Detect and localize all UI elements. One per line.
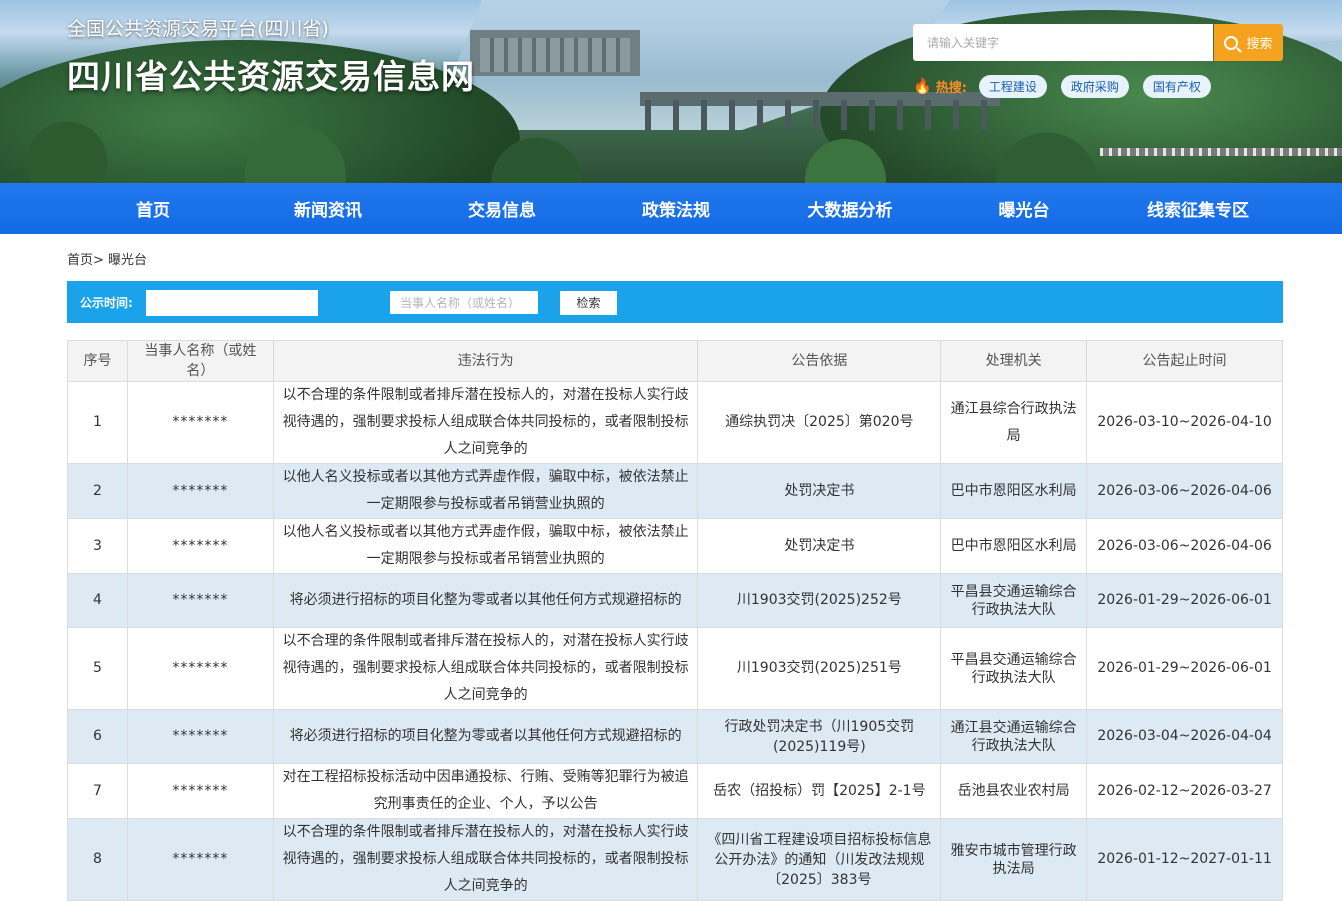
breadcrumb-home[interactable]: 首页> (67, 253, 104, 268)
nav-clues[interactable]: 线索征集专区 (1111, 196, 1285, 221)
table-row[interactable]: 1 ******* 以不合理的条件限制或者排斥潜在投标人的，对潜在投标人实行歧视… (67, 381, 1283, 464)
table-row[interactable]: 7 ******* 对在工程招标投标活动中因串通投标、行贿、受贿等犯罪行为被追究… (67, 763, 1283, 819)
cell-violation: 将必须进行招标的项目化整为零或者以其他任何方式规避招标的 (272, 573, 699, 628)
cell-index: 7 (67, 763, 128, 819)
hot-search-label: 热搜: (935, 80, 967, 96)
cell-period: 2026-03-06~2026-04-06 (1086, 463, 1283, 519)
cell-party: ******* (126, 627, 274, 710)
header-party: 当事人名称（或姓名） (126, 340, 274, 382)
cell-period: 2026-03-04~2026-04-04 (1086, 709, 1283, 764)
cell-index: 4 (67, 573, 128, 628)
cell-authority: 平昌县交通运输综合行政执法大队 (940, 627, 1088, 710)
cell-basis: 川1903交罚(2025)251号 (697, 627, 942, 710)
cell-violation: 以他人名义投标或者以其他方式弄虚作假，骗取中标，被依法禁止一定期限参与投标或者吊… (272, 463, 699, 519)
cell-violation: 以不合理的条件限制或者排斥潜在投标人的，对潜在投标人实行歧视待遇的，强制要求投标… (272, 627, 699, 710)
nav-policy[interactable]: 政策法规 (589, 196, 763, 221)
cell-index: 5 (67, 627, 128, 710)
cell-party: ******* (126, 573, 274, 628)
cell-index: 1 (67, 381, 128, 464)
cell-basis: 行政处罚决定书（川1905交罚(2025)119号) (697, 709, 942, 764)
cell-authority: 通江县交通运输综合行政执法大队 (940, 709, 1088, 764)
cell-party: ******* (126, 818, 274, 901)
nav-home[interactable]: 首页 (67, 196, 241, 221)
breadcrumb: 首页> 曝光台 (67, 249, 147, 268)
hot-tag-engineering[interactable]: 工程建设 (978, 74, 1047, 98)
cell-authority: 巴中市恩阳区水利局 (940, 463, 1088, 519)
search-button[interactable]: 搜索 (1214, 24, 1283, 61)
header-period: 公告起止时间 (1086, 340, 1283, 382)
cell-violation: 对在工程招标投标活动中因串通投标、行贿、受贿等犯罪行为被追究刑事责任的企业、个人… (272, 763, 699, 819)
search-input[interactable] (913, 24, 1213, 61)
breadcrumb-current: 曝光台 (108, 253, 148, 268)
nav-exposure[interactable]: 曝光台 (937, 196, 1111, 221)
exposure-table: 序号 当事人名称（或姓名） 违法行为 公告依据 处理机关 公告起止时间 1 **… (67, 340, 1283, 901)
header-index: 序号 (67, 340, 128, 382)
cell-basis: 处罚决定书 (697, 463, 942, 519)
table-row[interactable]: 4 ******* 将必须进行招标的项目化整为零或者以其他任何方式规避招标的 川… (67, 573, 1283, 628)
cell-authority: 巴中市恩阳区水利局 (940, 518, 1088, 574)
cell-period: 2026-01-29~2026-06-01 (1086, 573, 1283, 628)
table-header-row: 序号 当事人名称（或姓名） 违法行为 公告依据 处理机关 公告起止时间 (67, 340, 1283, 382)
cell-party: ******* (126, 709, 274, 764)
party-name-field[interactable] (390, 291, 538, 314)
cell-index: 6 (67, 709, 128, 764)
cell-authority: 通江县综合行政执法局 (940, 381, 1088, 464)
hot-tag-state-property[interactable]: 国有产权 (1142, 74, 1211, 98)
cell-party: ******* (126, 463, 274, 519)
hot-search: 🔥 热搜: 工程建设 政府采购 国有产权 (913, 74, 1225, 98)
hot-tag-procurement[interactable]: 政府采购 (1060, 74, 1129, 98)
cell-violation: 以不合理的条件限制或者排斥潜在投标人的，对潜在投标人实行歧视待遇的，强制要求投标… (272, 381, 699, 464)
cell-index: 8 (67, 818, 128, 901)
cell-party: ******* (126, 381, 274, 464)
cell-basis: 川1903交罚(2025)252号 (697, 573, 942, 628)
flame-icon: 🔥 (913, 77, 932, 95)
cell-violation: 以不合理的条件限制或者排斥潜在投标人的，对潜在投标人实行歧视待遇的，强制要求投标… (272, 818, 699, 901)
table-row[interactable]: 6 ******* 将必须进行招标的项目化整为零或者以其他任何方式规避招标的 行… (67, 709, 1283, 764)
nav-big-data[interactable]: 大数据分析 (763, 196, 937, 221)
search-icon (1224, 35, 1239, 50)
nav-news[interactable]: 新闻资讯 (241, 196, 415, 221)
table-row[interactable]: 3 ******* 以他人名义投标或者以其他方式弄虚作假，骗取中标，被依法禁止一… (67, 518, 1283, 574)
cell-index: 2 (67, 463, 128, 519)
header-authority: 处理机关 (940, 340, 1088, 382)
cell-authority: 岳池县农业农村局 (940, 763, 1088, 819)
date-field[interactable] (146, 290, 318, 316)
nav-trading[interactable]: 交易信息 (415, 196, 589, 221)
table-row[interactable]: 5 ******* 以不合理的条件限制或者排斥潜在投标人的，对潜在投标人实行歧视… (67, 627, 1283, 710)
table-row[interactable]: 2 ******* 以他人名义投标或者以其他方式弄虚作假，骗取中标，被依法禁止一… (67, 463, 1283, 519)
date-label: 公示时间: (80, 296, 133, 310)
cell-authority: 平昌县交通运输综合行政执法大队 (940, 573, 1088, 628)
header-violation: 违法行为 (272, 340, 699, 382)
banner-trees (0, 120, 1342, 183)
cell-violation: 将必须进行招标的项目化整为零或者以其他任何方式规避招标的 (272, 709, 699, 764)
cell-basis: 岳农（招投标）罚【2025】2-1号 (697, 763, 942, 819)
cell-party: ******* (126, 763, 274, 819)
search-button-label: 搜索 (1246, 37, 1273, 52)
cell-basis: 《四川省工程建设项目招标投标信息公开办法》的通知（川发改法规规〔2025〕383… (697, 818, 942, 901)
site-title[interactable]: 四川省公共资源交易信息网 (67, 50, 475, 98)
header-banner: 全国公共资源交易平台(四川省) 四川省公共资源交易信息网 搜索 🔥 热搜: 工程… (0, 0, 1342, 183)
query-button[interactable]: 检索 (560, 291, 617, 315)
cell-violation: 以他人名义投标或者以其他方式弄虚作假，骗取中标，被依法禁止一定期限参与投标或者吊… (272, 518, 699, 574)
table-row[interactable]: 8 ******* 以不合理的条件限制或者排斥潜在投标人的，对潜在投标人实行歧视… (67, 818, 1283, 901)
cell-authority: 雅安市城市管理行政执法局 (940, 818, 1088, 901)
site-subtitle: 全国公共资源交易平台(四川省) (67, 18, 329, 40)
cell-period: 2026-02-12~2026-03-27 (1086, 763, 1283, 819)
cell-period: 2026-03-10~2026-04-10 (1086, 381, 1283, 464)
cell-basis: 处罚决定书 (697, 518, 942, 574)
cell-period: 2026-01-12~2027-01-11 (1086, 818, 1283, 901)
cell-period: 2026-01-29~2026-06-01 (1086, 627, 1283, 710)
cell-basis: 通综执罚决〔2025〕第020号 (697, 381, 942, 464)
cell-party: ******* (126, 518, 274, 574)
search-box: 搜索 (913, 24, 1283, 61)
header-basis: 公告依据 (697, 340, 942, 382)
cell-index: 3 (67, 518, 128, 574)
filter-bar: 公示时间: 检索 (67, 281, 1283, 323)
banner-building (480, 38, 630, 72)
main-nav: 首页 新闻资讯 交易信息 政策法规 大数据分析 曝光台 线索征集专区 (0, 183, 1342, 234)
cell-period: 2026-03-06~2026-04-06 (1086, 518, 1283, 574)
